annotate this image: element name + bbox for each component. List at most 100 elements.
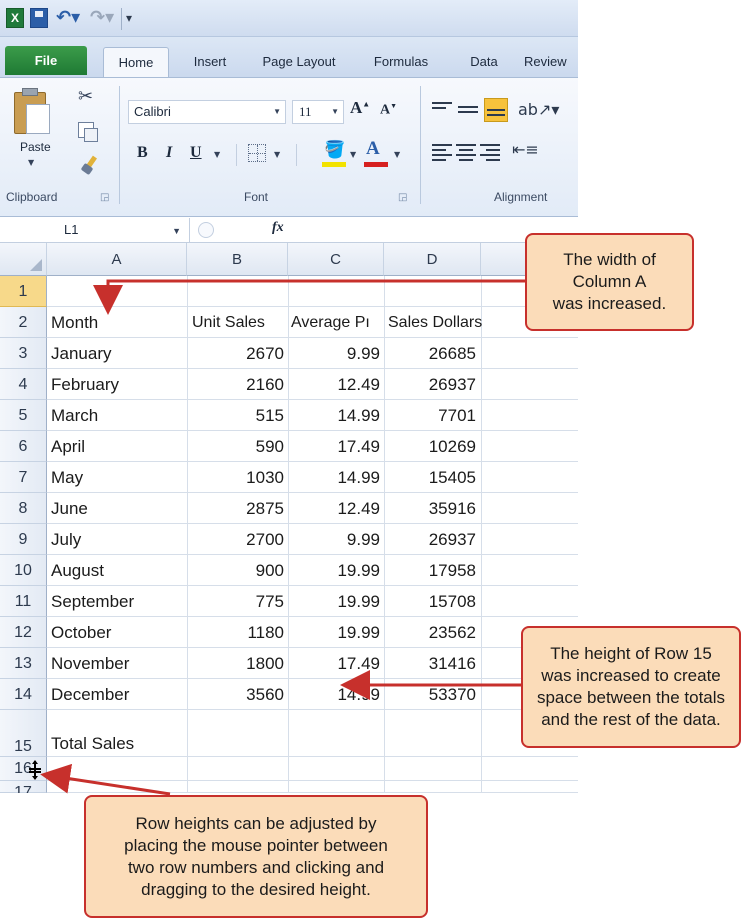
cell-a3[interactable]: January: [51, 338, 111, 369]
row-header-8[interactable]: 8: [0, 493, 47, 524]
cell-a5[interactable]: March: [51, 400, 98, 431]
chevron-down-icon[interactable]: ▼: [172, 219, 181, 243]
align-top-icon[interactable]: [432, 102, 452, 112]
row-header-15[interactable]: 15: [0, 710, 47, 757]
font-color-icon[interactable]: A: [366, 138, 380, 160]
cell-d2[interactable]: Sales Dollars: [388, 307, 482, 338]
cell-d11[interactable]: 15708: [388, 586, 476, 617]
cell-d9[interactable]: 26937: [388, 524, 476, 555]
cell-a13[interactable]: November: [51, 648, 129, 679]
customize-toolbar-icon[interactable]: ▾: [126, 8, 144, 28]
cell-a11[interactable]: September: [51, 586, 134, 617]
redo-icon[interactable]: ↷▾: [90, 8, 118, 28]
tab-data[interactable]: Data: [464, 47, 504, 77]
cell-a8[interactable]: June: [51, 493, 88, 524]
bold-button[interactable]: B: [137, 144, 148, 162]
cell-b7[interactable]: 1030: [192, 462, 284, 493]
cell-c12[interactable]: 19.99: [290, 617, 380, 648]
row-header-1[interactable]: 1: [0, 276, 47, 307]
cell-b5[interactable]: 515: [192, 400, 284, 431]
cell-d3[interactable]: 26685: [388, 338, 476, 369]
align-left-icon[interactable]: [432, 144, 452, 164]
cell-a6[interactable]: April: [51, 431, 85, 462]
chevron-down-icon[interactable]: ▼: [331, 101, 339, 123]
chevron-down-icon[interactable]: ▼: [273, 101, 281, 123]
excel-logo-icon[interactable]: X: [6, 8, 24, 28]
fill-color-icon[interactable]: 🪣: [324, 140, 345, 160]
cell-d12[interactable]: 23562: [388, 617, 476, 648]
cut-icon[interactable]: ✂: [78, 86, 93, 107]
row-header-14[interactable]: 14: [0, 679, 47, 710]
cell-b2[interactable]: Unit Sales: [192, 307, 265, 338]
underline-button[interactable]: U: [190, 144, 202, 162]
insert-function-icon[interactable]: fx: [272, 220, 284, 236]
font-size-select[interactable]: 11 ▼: [292, 100, 344, 124]
cell-d8[interactable]: 35916: [388, 493, 476, 524]
cell-d13[interactable]: 31416: [388, 648, 476, 679]
clipboard-launcher-icon[interactable]: ◲: [100, 192, 109, 203]
cell-d5[interactable]: 7701: [388, 400, 476, 431]
borders-icon[interactable]: [248, 144, 266, 162]
cell-a4[interactable]: February: [51, 369, 119, 400]
cell-c11[interactable]: 19.99: [290, 586, 380, 617]
row-header-7[interactable]: 7: [0, 462, 47, 493]
tab-page-layout[interactable]: Page Layout: [254, 47, 344, 77]
cell-c6[interactable]: 17.49: [290, 431, 380, 462]
decrease-indent-icon[interactable]: ⇤≡: [512, 140, 539, 159]
row-header-11[interactable]: 11: [0, 586, 47, 617]
row-header-9[interactable]: 9: [0, 524, 47, 555]
tab-insert[interactable]: Insert: [184, 47, 236, 77]
column-header-c[interactable]: C: [288, 243, 384, 276]
select-all-corner[interactable]: [0, 243, 47, 276]
cell-c2[interactable]: Average Pı: [291, 307, 383, 338]
cell-d7[interactable]: 15405: [388, 462, 476, 493]
cell-b4[interactable]: 2160: [192, 369, 284, 400]
cell-b9[interactable]: 2700: [192, 524, 284, 555]
cell-c9[interactable]: 9.99: [290, 524, 380, 555]
copy-icon[interactable]: [78, 122, 98, 142]
row-header-3[interactable]: 3: [0, 338, 47, 369]
chevron-down-icon[interactable]: ▼: [214, 150, 220, 159]
row-header-10[interactable]: 10: [0, 555, 47, 586]
column-header-b[interactable]: B: [187, 243, 288, 276]
cell-b14[interactable]: 3560: [192, 679, 284, 710]
align-center-icon[interactable]: [456, 144, 476, 164]
cell-b8[interactable]: 2875: [192, 493, 284, 524]
cell-a12[interactable]: October: [51, 617, 111, 648]
grow-font-icon[interactable]: A▲: [350, 98, 370, 118]
cell-d6[interactable]: 10269: [388, 431, 476, 462]
align-right-icon[interactable]: [480, 144, 500, 164]
chevron-down-icon[interactable]: ▼: [394, 150, 400, 159]
cell-c5[interactable]: 14.99: [290, 400, 380, 431]
cell-c10[interactable]: 19.99: [290, 555, 380, 586]
shrink-font-icon[interactable]: A▼: [380, 102, 397, 119]
align-middle-icon[interactable]: [458, 106, 478, 116]
cell-b11[interactable]: 775: [192, 586, 284, 617]
cell-a10[interactable]: August: [51, 555, 104, 586]
cell-b10[interactable]: 900: [192, 555, 284, 586]
name-box[interactable]: L1 ▼: [0, 218, 190, 242]
align-bottom-icon[interactable]: [484, 98, 508, 122]
cell-b6[interactable]: 590: [192, 431, 284, 462]
orientation-icon[interactable]: ab↗▾: [518, 100, 559, 119]
column-header-d[interactable]: D: [384, 243, 481, 276]
row-header-6[interactable]: 6: [0, 431, 47, 462]
cell-a7[interactable]: May: [51, 462, 83, 493]
cell-c14[interactable]: 14.99: [290, 679, 380, 710]
row-header-5[interactable]: 5: [0, 400, 47, 431]
paste-dropdown-icon[interactable]: ▼: [28, 158, 34, 167]
cancel-icon[interactable]: [198, 222, 214, 238]
cell-a2[interactable]: Month: [51, 307, 98, 338]
cell-b13[interactable]: 1800: [192, 648, 284, 679]
cell-d10[interactable]: 17958: [388, 555, 476, 586]
format-painter-icon[interactable]: [80, 156, 98, 174]
cell-b3[interactable]: 2670: [192, 338, 284, 369]
save-icon[interactable]: [30, 8, 48, 28]
cell-d14[interactable]: 53370: [388, 679, 476, 710]
cell-d4[interactable]: 26937: [388, 369, 476, 400]
tab-formulas[interactable]: Formulas: [366, 47, 436, 77]
cell-c8[interactable]: 12.49: [290, 493, 380, 524]
row-header-2[interactable]: 2: [0, 307, 47, 338]
tab-review[interactable]: Review: [524, 47, 578, 77]
chevron-down-icon[interactable]: ▼: [274, 150, 280, 159]
